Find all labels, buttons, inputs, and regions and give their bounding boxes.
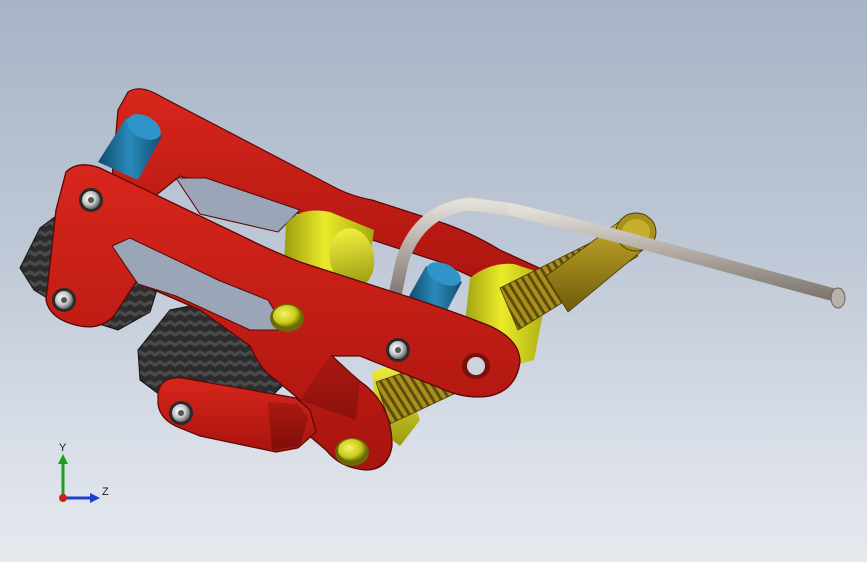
orientation-triad: Y Z	[40, 440, 120, 510]
y-axis-label: Y	[59, 442, 67, 454]
pin-cap-lower[interactable]	[335, 438, 369, 466]
clamp-assembly-model[interactable]	[0, 0, 867, 562]
y-axis-arrow	[58, 454, 68, 498]
z-axis-arrow	[63, 493, 100, 503]
graphics-viewport[interactable]: Y Z	[0, 0, 867, 562]
bolt-upper-left[interactable]	[79, 188, 103, 212]
hole-right	[462, 353, 490, 379]
pin-cap-upper[interactable]	[270, 304, 304, 332]
bolt-left-lower[interactable]	[52, 288, 76, 312]
bolt-lower-arm[interactable]	[169, 401, 193, 425]
bolt-center[interactable]	[386, 338, 410, 362]
x-axis-dot	[59, 494, 67, 502]
z-axis-label: Z	[102, 486, 109, 498]
